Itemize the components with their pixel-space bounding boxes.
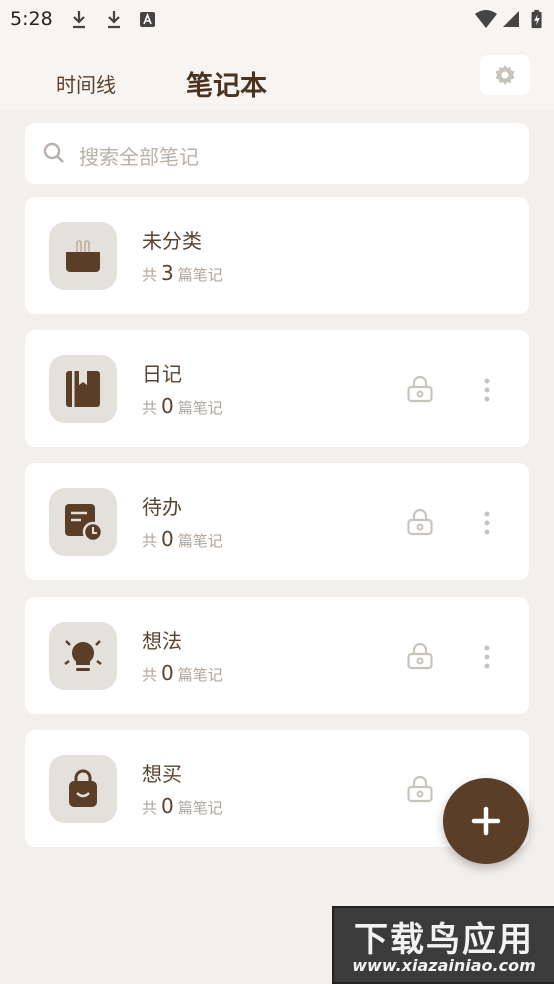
count-prefix: 共 [142,666,158,684]
lightbulb-icon [64,640,102,671]
count-prefix: 共 [142,799,158,817]
watermark-title: 下载鸟应用 [354,920,534,960]
basket-icon [66,240,100,272]
notebook-count: 共 0 篇笔记 [142,661,223,685]
gear-icon [495,65,515,85]
notebook-name: 日记 [142,362,182,386]
todo-clock-icon [65,504,103,542]
count-suffix: 篇笔记 [177,666,223,684]
count-number: 0 [161,527,174,551]
count-suffix: 篇笔记 [177,399,223,417]
status-time: 5:28 [10,8,53,30]
count-number: 0 [161,794,174,818]
tab-timeline[interactable]: 时间线 [56,69,116,98]
notebook-name: 待办 [142,495,182,519]
add-notebook-button[interactable] [443,778,529,864]
notebook-icon-box [49,622,117,690]
notification-a-icon [140,12,155,27]
download-icon [108,11,120,29]
notebook-count: 共 3 篇笔记 [142,261,223,285]
count-suffix: 篇笔记 [177,799,223,817]
notebook-count: 共 0 篇笔记 [142,394,223,418]
notebook-icon-box [49,355,117,423]
search-icon [43,142,64,163]
lock-icon[interactable] [407,375,433,403]
status-bar: 5:28 [0,0,554,40]
notebook-icon-box [49,488,117,556]
count-suffix: 篇笔记 [177,266,223,284]
top-app-bar: 时间线 笔记本 [0,40,554,110]
count-number: 0 [161,394,174,418]
notebook-name: 想法 [142,629,182,653]
notebook-count: 共 0 篇笔记 [142,527,223,551]
more-options-icon[interactable] [479,645,495,669]
search-placeholder: 搜索全部笔记 [79,145,199,169]
notebook-card-todo[interactable]: 待办 共 0 篇笔记 [25,463,529,580]
count-prefix: 共 [142,399,158,417]
more-options-icon[interactable] [479,511,495,535]
download-icon [73,11,85,29]
signal-icon [503,11,519,27]
wifi-icon [475,10,497,28]
count-number: 3 [161,261,174,285]
notebook-card-uncategorized[interactable]: 未分类 共 3 篇笔记 [25,197,529,314]
watermark-logo: 下载鸟应用 www.xiazainiao.com [332,906,554,984]
notebook-icon-box [49,222,117,290]
diary-book-icon [66,371,100,407]
lock-icon[interactable] [407,642,433,670]
notebook-name: 想买 [142,762,182,786]
search-bar[interactable]: 搜索全部笔记 [25,123,529,184]
shopping-bag-icon [69,769,97,807]
count-prefix: 共 [142,266,158,284]
watermark-url: www.xiazainiao.com [352,956,536,975]
count-number: 0 [161,661,174,685]
notebook-count: 共 0 篇笔记 [142,794,223,818]
lock-icon[interactable] [407,508,433,536]
notebook-icon-box [49,755,117,823]
more-options-icon[interactable] [479,378,495,402]
notebook-card-ideas[interactable]: 想法 共 0 篇笔记 [25,597,529,714]
count-suffix: 篇笔记 [177,532,223,550]
tab-notebook[interactable]: 笔记本 [186,64,267,103]
count-prefix: 共 [142,532,158,550]
notebook-name: 未分类 [142,229,202,253]
battery-charging-icon [531,9,542,29]
plus-icon [471,806,501,836]
notebook-card-diary[interactable]: 日记 共 0 篇笔记 [25,330,529,447]
lock-icon[interactable] [407,775,433,803]
settings-button[interactable] [480,55,530,95]
